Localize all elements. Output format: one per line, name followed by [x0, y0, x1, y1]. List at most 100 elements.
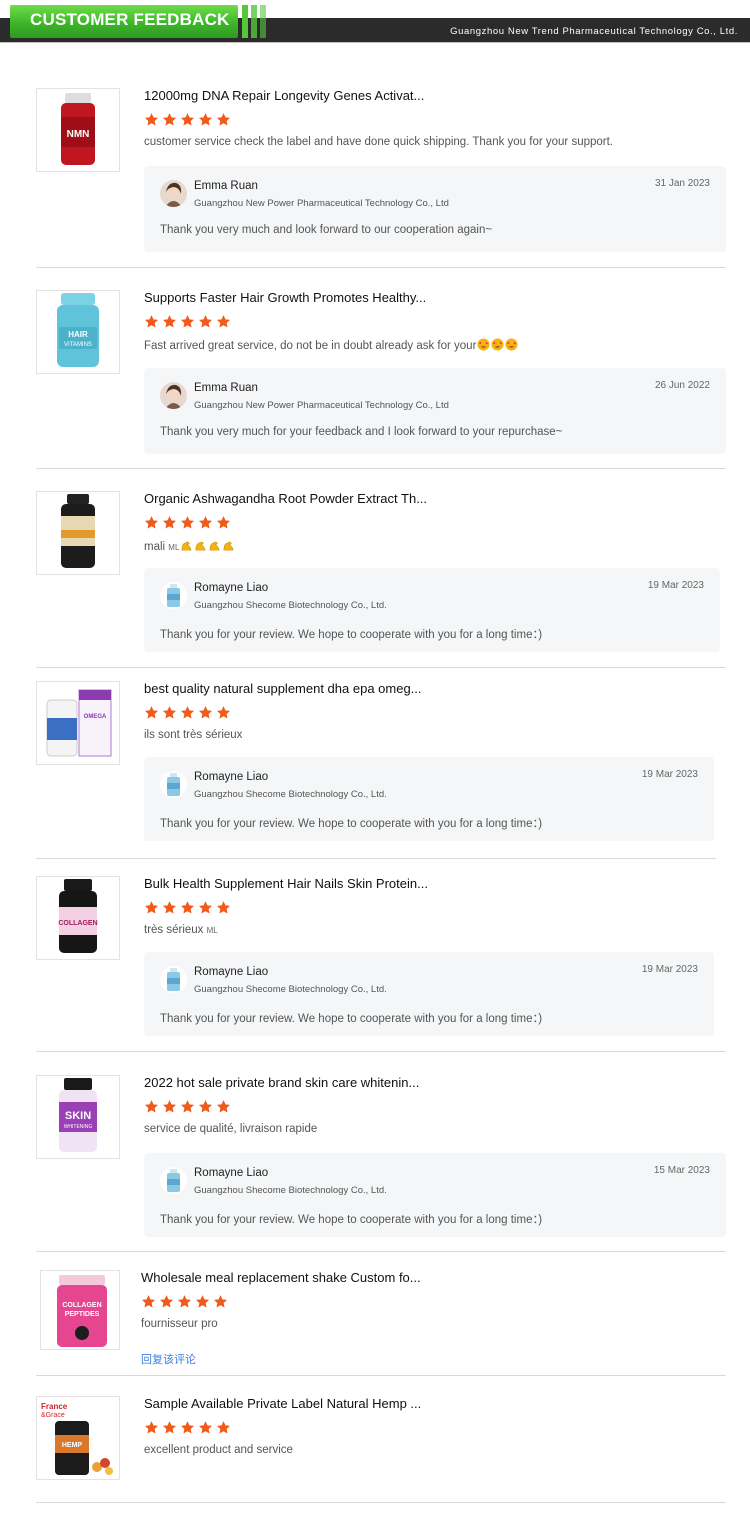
review-item: France &Grace HEMP Sample Available Priv… [36, 1396, 726, 1503]
flexed-biceps-emoji-icon [224, 541, 234, 551]
star-icon [198, 706, 213, 719]
star-rating [141, 1294, 228, 1310]
reply-text: Thank you for your review. We hope to co… [160, 818, 543, 830]
svg-text:COLLAGEN: COLLAGEN [62, 1302, 101, 1309]
review-title[interactable]: Wholesale meal replacement shake Custom … [141, 1270, 421, 1285]
review-title[interactable]: Bulk Health Supplement Hair Nails Skin P… [144, 876, 428, 891]
star-icon [144, 1100, 159, 1113]
header-stripe [260, 5, 266, 38]
review-title[interactable]: Organic Ashwagandha Root Powder Extract … [144, 491, 427, 506]
reply-author: Emma Ruan [194, 382, 258, 394]
flexed-biceps-emoji-icon [210, 541, 220, 551]
star-icon [162, 1100, 177, 1113]
skin-whitening-bottle-icon[interactable]: SKIN WHITENING [36, 1075, 120, 1159]
star-icon [198, 516, 213, 529]
flexed-biceps-emoji-icon [196, 541, 206, 551]
star-icon [162, 113, 177, 126]
star-icon [198, 113, 213, 126]
woman-avatar-icon [160, 382, 187, 409]
review-item: HAIR VITAMINS Supports Faster Hair Growt… [36, 290, 726, 469]
flexed-biceps-emoji-icon [182, 541, 192, 551]
reply-company: Guangzhou Shecome Biotechnology Co., Ltd… [194, 984, 387, 995]
page-title: CUSTOMER FEEDBACK [30, 10, 230, 29]
review-item: COLLAGEN PEPTIDES Wholesale meal replace… [36, 1270, 726, 1376]
svg-text:HEMP: HEMP [62, 1442, 83, 1449]
star-icon [180, 113, 195, 126]
star-icon [144, 315, 159, 328]
reply-date: 19 Mar 2023 [647, 580, 704, 591]
star-struck-emoji-icon [491, 338, 504, 351]
review-item: NMN 12000mg DNA Repair Longevity Genes A… [36, 88, 726, 268]
reply-date: 15 Mar 2023 [653, 1165, 710, 1176]
reply-date: 31 Jan 2023 [654, 178, 710, 189]
seller-reply: Romayne Liao Guangzhou Shecome Biotechno… [144, 757, 714, 841]
hemp-gummies-bottle-icon[interactable]: France &Grace HEMP [36, 1396, 120, 1480]
star-icon [162, 516, 177, 529]
svg-text:VITAMINS: VITAMINS [64, 342, 92, 348]
star-icon [198, 901, 213, 914]
star-icon [162, 1421, 177, 1434]
review-text: fournisseur pro [141, 1318, 218, 1330]
star-icon [180, 1100, 195, 1113]
seller-reply: Romayne Liao Guangzhou Shecome Biotechno… [144, 1153, 726, 1237]
review-text: customer service check the label and hav… [144, 136, 614, 148]
reply-author: Romayne Liao [194, 582, 269, 594]
reply-date: 19 Mar 2023 [641, 769, 698, 780]
collagen-peptides-jar-icon[interactable]: COLLAGEN PEPTIDES [40, 1270, 120, 1350]
star-struck-emoji-icon [505, 338, 518, 351]
svg-text:WHITENING: WHITENING [64, 1124, 93, 1130]
star-icon [216, 516, 231, 529]
ashwagandha-bottle-icon[interactable] [36, 491, 120, 575]
seller-reply: Emma Ruan Guangzhou New Power Pharmaceut… [144, 368, 726, 454]
star-icon [216, 901, 231, 914]
star-icon [198, 1421, 213, 1434]
reply-text: Thank you for your review. We hope to co… [160, 629, 543, 641]
review-title[interactable]: 2022 hot sale private brand skin care wh… [144, 1075, 419, 1090]
star-rating [144, 314, 231, 330]
reply-company: Guangzhou New Power Pharmaceutical Techn… [194, 198, 449, 209]
star-rating [144, 705, 231, 721]
star-rating [144, 900, 231, 916]
omega-bottle-icon[interactable]: OMEGA [36, 681, 120, 765]
star-icon [144, 1421, 159, 1434]
review-text: ils sont très sérieux [144, 729, 243, 741]
svg-text:&Grace: &Grace [41, 1412, 65, 1419]
star-icon [216, 706, 231, 719]
star-icon [144, 516, 159, 529]
svg-text:France: France [41, 1402, 68, 1411]
reply-author: Romayne Liao [194, 771, 269, 783]
star-icon [216, 315, 231, 328]
review-title[interactable]: Sample Available Private Label Natural H… [144, 1396, 421, 1411]
star-icon [144, 113, 159, 126]
star-rating [144, 112, 231, 128]
header-stripe [251, 5, 257, 38]
star-icon [144, 706, 159, 719]
review-title[interactable]: 12000mg DNA Repair Longevity Genes Activ… [144, 88, 424, 103]
review-text: Fast arrived great service, do not be in… [144, 338, 518, 352]
star-icon [180, 901, 195, 914]
reply-company: Guangzhou Shecome Biotechnology Co., Ltd… [194, 600, 387, 611]
hair-vitamins-jar-icon[interactable]: HAIR VITAMINS [36, 290, 120, 374]
star-icon [162, 315, 177, 328]
review-text: très sérieux ML [144, 924, 218, 936]
star-icon [213, 1295, 228, 1308]
bottle-avatar-icon [160, 1167, 187, 1194]
svg-text:NMN: NMN [67, 129, 90, 140]
svg-text:HAIR: HAIR [68, 330, 88, 339]
star-icon [198, 1100, 213, 1113]
nmn-bottle-icon[interactable]: NMN [36, 88, 120, 172]
review-title[interactable]: best quality natural supplement dha epa … [144, 681, 422, 696]
seller-reply: Emma Ruan Guangzhou New Power Pharmaceut… [144, 166, 726, 252]
review-item: COLLAGEN Bulk Health Supplement Hair Nai… [36, 876, 726, 1052]
review-item: Organic Ashwagandha Root Powder Extract … [36, 491, 726, 668]
star-icon [216, 113, 231, 126]
review-title[interactable]: Supports Faster Hair Growth Promotes Hea… [144, 290, 426, 305]
svg-text:COLLAGEN: COLLAGEN [58, 920, 97, 927]
reply-author: Romayne Liao [194, 966, 269, 978]
star-icon [180, 516, 195, 529]
star-icon [198, 315, 213, 328]
reply-company: Guangzhou New Power Pharmaceutical Techn… [194, 400, 449, 411]
company-name: Guangzhou New Trend Pharmaceutical Techn… [450, 26, 738, 37]
collagen-bottle-icon[interactable]: COLLAGEN [36, 876, 120, 960]
reply-to-review-link[interactable]: 回复该评论 [141, 1351, 196, 1367]
